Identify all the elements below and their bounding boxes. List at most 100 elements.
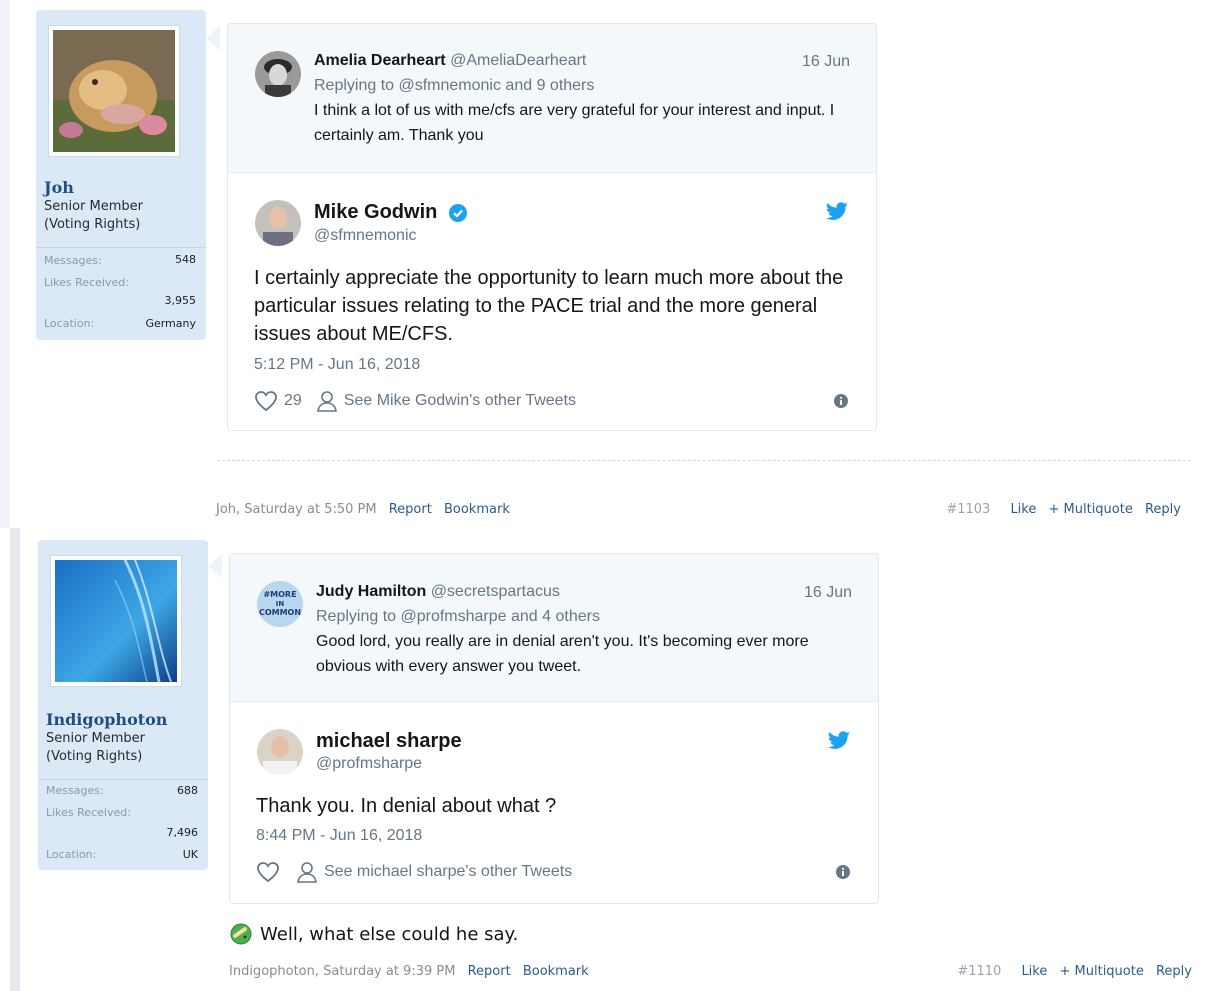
twitter-bird-icon[interactable]: [825, 202, 849, 222]
post-footer-right: #1110 Like + Multiquote Reply: [957, 964, 1192, 979]
quoted-author-handle: @AmeliaDearheart: [450, 52, 587, 69]
quoted-text: I think a lot of us with me/cfs are very…: [314, 102, 835, 144]
dormouse-avatar-icon: [53, 30, 175, 152]
like-link[interactable]: Like: [1010, 502, 1036, 517]
verified-badge-icon: [448, 203, 467, 222]
reply-link[interactable]: Reply: [1145, 502, 1181, 517]
avatar[interactable]: [50, 555, 182, 687]
location-label: Location:: [46, 848, 97, 861]
portrait-avatar-icon: [255, 200, 301, 246]
post-1110: Indigophoton Senior Member (Voting Right…: [0, 528, 1208, 991]
location-value[interactable]: UK: [183, 848, 198, 861]
tweet-author-handle[interactable]: @sfmnemonic: [314, 227, 417, 245]
svg-text:IN: IN: [276, 600, 285, 608]
embedded-tweet[interactable]: Amelia Dearheart @AmeliaDearheart 16 Jun…: [227, 23, 877, 431]
tweet-actions: 29 See Mike Godwin's other Tweets: [254, 390, 576, 412]
post-number[interactable]: #1110: [957, 964, 1001, 979]
quoted-date[interactable]: 16 Jun: [802, 53, 850, 71]
quoted-author-name: Judy Hamilton: [316, 583, 427, 600]
messages-label: Messages:: [46, 784, 104, 797]
info-icon[interactable]: [836, 865, 850, 879]
quoted-author-name: Amelia Dearheart: [314, 52, 446, 69]
tweet-timestamp[interactable]: 8:44 PM - Jun 16, 2018: [256, 827, 422, 845]
post-footer-left: Indigophoton, Saturday at 9:39 PM Report…: [229, 964, 589, 979]
portrait-avatar-icon: [257, 729, 303, 775]
post-divider: [217, 460, 1191, 461]
embedded-tweet[interactable]: #MORE IN COMMON Judy Hamilton @secretspa…: [229, 553, 879, 904]
see-other-tweets-link[interactable]: See Mike Godwin's other Tweets: [344, 392, 576, 410]
bookmark-link[interactable]: Bookmark: [444, 502, 510, 517]
person-icon[interactable]: [296, 861, 318, 883]
location-value[interactable]: Germany: [145, 317, 196, 330]
post-author-time[interactable]: Indigophoton, Saturday at 9:39 PM: [229, 964, 455, 979]
facepalm-smiley-icon: [230, 923, 252, 945]
svg-text:#MORE: #MORE: [263, 590, 296, 599]
report-link[interactable]: Report: [389, 502, 432, 517]
abstract-blue-avatar-icon: [55, 559, 177, 683]
divider: [38, 779, 208, 780]
likes-value: 3,955: [164, 294, 197, 307]
message-arrow: [208, 554, 222, 578]
more-in-common-avatar-icon: #MORE IN COMMON: [257, 581, 303, 627]
messages-label: Messages:: [44, 254, 102, 267]
twitter-bird-icon[interactable]: [827, 731, 851, 751]
quoted-tweet[interactable]: #MORE IN COMMON Judy Hamilton @secretspa…: [230, 554, 878, 702]
tweet-author-handle[interactable]: @profmsharpe: [316, 755, 422, 773]
info-icon[interactable]: [834, 394, 848, 408]
report-link[interactable]: Report: [468, 964, 511, 979]
post-number[interactable]: #1103: [946, 502, 990, 517]
replying-to[interactable]: Replying to @sfmnemonic and 9 others: [314, 77, 594, 95]
message-arrow: [206, 26, 220, 50]
replying-to[interactable]: Replying to @profmsharpe and 4 others: [316, 608, 600, 626]
heart-icon[interactable]: [256, 861, 280, 883]
tweet-timestamp[interactable]: 5:12 PM - Jun 16, 2018: [254, 356, 420, 374]
tweet-author[interactable]: michael sharpe: [316, 730, 462, 753]
quoted-author-handle: @secretspartacus: [430, 583, 560, 600]
reply-link[interactable]: Reply: [1156, 964, 1192, 979]
message-body: Well, what else could he say.: [230, 923, 518, 945]
quoted-date[interactable]: 16 Jun: [804, 584, 852, 602]
multiquote-link[interactable]: + Multiquote: [1049, 502, 1133, 517]
likes-label: Likes Received:: [44, 276, 129, 289]
portrait-avatar-icon: [255, 51, 301, 97]
messages-value[interactable]: 548: [175, 253, 196, 266]
post-1103: Joh Senior Member (Voting Rights) Messag…: [0, 0, 1208, 528]
quoted-author[interactable]: Judy Hamilton @secretspartacus: [316, 583, 560, 601]
quoted-text: Good lord, you really are in denial aren…: [316, 633, 809, 675]
post-footer-left: Joh, Saturday at 5:50 PM Report Bookmark: [216, 502, 510, 517]
tweet-author-name: michael sharpe: [316, 730, 462, 752]
heart-icon[interactable]: [254, 390, 278, 412]
likes-value: 7,496: [166, 826, 199, 839]
person-icon[interactable]: [316, 390, 338, 412]
avatar[interactable]: [255, 200, 301, 246]
likes-label: Likes Received:: [46, 806, 131, 819]
user-title: Senior Member (Voting Rights): [44, 199, 144, 232]
quoted-tweet[interactable]: Amelia Dearheart @AmeliaDearheart 16 Jun…: [228, 24, 876, 173]
divider: [36, 247, 206, 248]
user-title: Senior Member (Voting Rights): [46, 731, 146, 764]
multiquote-link[interactable]: + Multiquote: [1060, 964, 1144, 979]
bookmark-link[interactable]: Bookmark: [523, 964, 589, 979]
username[interactable]: Joh: [44, 178, 74, 197]
like-link[interactable]: Like: [1021, 964, 1047, 979]
tweet-author-name: Mike Godwin: [314, 201, 438, 223]
location-label: Location:: [44, 317, 95, 330]
see-other-tweets-link[interactable]: See michael sharpe's other Tweets: [324, 863, 572, 881]
avatar[interactable]: [257, 729, 303, 775]
post-author-time[interactable]: Joh, Saturday at 5:50 PM: [216, 502, 377, 517]
avatar[interactable]: [255, 51, 301, 97]
message-text: Well, what else could he say.: [260, 923, 519, 945]
quoted-author[interactable]: Amelia Dearheart @AmeliaDearheart: [314, 52, 586, 70]
username[interactable]: Indigophoton: [46, 710, 167, 729]
tweet-text: Thank you. In denial about what ?: [256, 795, 557, 817]
avatar[interactable]: #MORE IN COMMON: [257, 581, 303, 627]
tweet-author[interactable]: Mike Godwin: [314, 201, 467, 224]
messages-value[interactable]: 688: [177, 784, 198, 797]
tweet-text: I certainly appreciate the opportunity t…: [254, 267, 844, 345]
avatar[interactable]: [48, 25, 180, 157]
post-footer-right: #1103 Like + Multiquote Reply: [946, 502, 1181, 517]
svg-text:COMMON: COMMON: [259, 608, 301, 617]
user-block: Joh Senior Member (Voting Rights) Messag…: [36, 10, 206, 340]
like-count[interactable]: 29: [284, 392, 302, 410]
post-left-border: [10, 528, 20, 991]
